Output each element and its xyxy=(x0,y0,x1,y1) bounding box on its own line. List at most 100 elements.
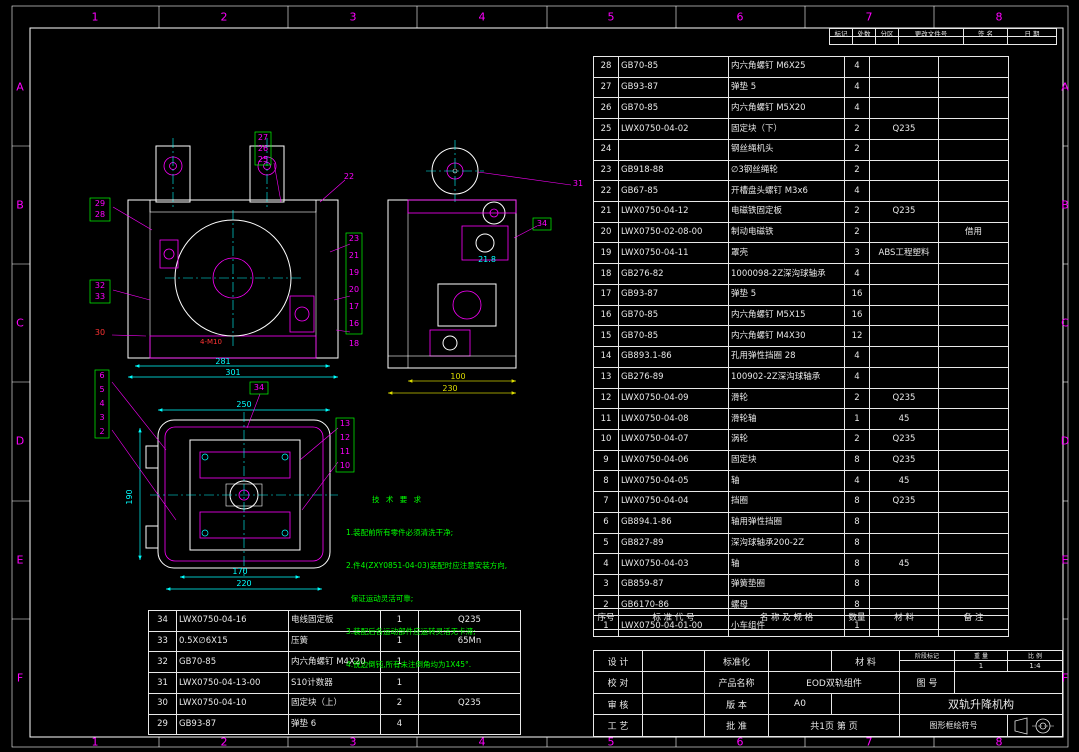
table-row: 23 GB918-88 ∅3钢丝绳轮 2 xyxy=(593,159,1009,182)
cell-material xyxy=(869,138,939,161)
zone-label-top: 2 xyxy=(220,10,228,24)
zone-label-bottom: 3 xyxy=(349,735,357,749)
table-row: 9 LWX0750-04-06 固定块 8 Q235 xyxy=(593,449,1009,472)
cell-no: 23 xyxy=(593,159,619,182)
dimension-value: 170 xyxy=(232,567,247,576)
cell-code: GB93-87 xyxy=(618,283,729,306)
cell-no: 11 xyxy=(593,408,619,430)
zone-label-top: 8 xyxy=(995,10,1003,24)
cell-name: 制动电磁铁 xyxy=(728,221,845,244)
revision-cell-empty xyxy=(829,36,853,45)
balloon-callout: 27 xyxy=(257,133,269,142)
cell-qty: 1 xyxy=(844,408,870,430)
cell-code: GB93-87 xyxy=(618,76,729,99)
table-row: 14 GB893.1-86 孔用弹性挡圈 28 4 xyxy=(593,346,1009,368)
cell-no: 15 xyxy=(593,325,619,348)
technical-notes: 技 术 要 求 1.装配前所有零件必须清洗干净; 2.件4(ZXY0851-04… xyxy=(346,472,596,692)
cell-name: 滑轮轴 xyxy=(728,408,845,430)
cell-material xyxy=(869,325,939,348)
cell-code: GB827-89 xyxy=(618,532,729,555)
technical-note-line: 2.件4(ZXY0851-04-03)装配时应注意安装方向, xyxy=(346,561,508,570)
zone-label-top: 3 xyxy=(349,10,357,24)
zone-label-left: C xyxy=(16,316,24,330)
titleblock-approve-label: 批 准 xyxy=(704,714,769,737)
titleblock-product-label: 产品名称 xyxy=(704,671,769,694)
cell-code: LWX0750-04-08 xyxy=(618,408,729,430)
zone-label-left: A xyxy=(16,80,24,94)
titleblock-version-value: A0 xyxy=(768,693,832,715)
revision-cell-empty xyxy=(963,36,1008,45)
table-row: 25 LWX0750-04-02 固定块（下） 2 Q235 xyxy=(593,118,1009,140)
cell-material: 45 xyxy=(869,553,939,575)
zone-label-bottom: 1 xyxy=(91,735,99,749)
bom-header-cell: 备 注 xyxy=(938,608,1009,630)
balloon-callout: 22 xyxy=(343,172,355,181)
balloon-callout: 12 xyxy=(339,433,351,442)
cell-qty: 2 xyxy=(844,221,870,244)
cell-note xyxy=(938,449,1009,472)
balloon-callout: 31 xyxy=(572,179,584,188)
table-row: 7 LWX0750-04-04 挡圈 8 Q235 xyxy=(593,491,1009,513)
dimension-value: 100 xyxy=(450,372,465,381)
table-row: 4 LWX0750-04-03 轴 8 45 xyxy=(593,553,1009,575)
titleblock-drawingno-label: 图 号 xyxy=(899,671,955,694)
titleblock-sheet-info: 共1页 第 页 xyxy=(768,714,900,737)
cell-note xyxy=(938,573,1009,596)
cell-qty: 8 xyxy=(844,449,870,472)
table-row: 24 钢丝绳机头 2 xyxy=(593,138,1009,161)
cell-qty: 2 xyxy=(844,159,870,182)
cell-code: GB70-85 xyxy=(618,304,729,327)
balloon-callout: 33 xyxy=(94,292,106,301)
cell-name: 挡圈 xyxy=(728,491,845,513)
cell-material xyxy=(869,56,939,78)
front-view: 281 301 4-M10 xyxy=(127,138,339,379)
balloon-callout: 5 xyxy=(99,385,105,394)
cell-note xyxy=(938,470,1009,493)
bom-header-cell: 数量 xyxy=(844,608,870,630)
cell-qty: 4 xyxy=(844,76,870,99)
table-row: 5 GB827-89 深沟球轴承200-2Z 8 xyxy=(593,532,1009,555)
balloon-callout: 2 xyxy=(99,427,105,436)
cell-name: 弹垫 5 xyxy=(728,283,845,306)
cell-code xyxy=(618,138,729,161)
table-row: 21 LWX0750-04-12 电磁铁固定板 2 Q235 xyxy=(593,201,1009,223)
cell-note xyxy=(938,201,1009,223)
cell-name: 深沟球轴承200-2Z xyxy=(728,532,845,555)
cell-no: 29 xyxy=(148,713,177,736)
balloon-callout: 26 xyxy=(257,144,269,153)
table-row: 12 LWX0750-04-09 滑轮 2 Q235 xyxy=(593,387,1009,410)
cell-no: 26 xyxy=(593,97,619,120)
cell-name: 内六角螺钉 M5X20 xyxy=(728,97,845,120)
cell-no: 25 xyxy=(593,118,619,140)
cell-qty: 12 xyxy=(844,325,870,348)
cell-qty: 4 xyxy=(844,263,870,285)
side-view: 21.8 100 230 xyxy=(387,140,517,395)
revision-cell-empty xyxy=(898,36,964,45)
cell-material: Q235 xyxy=(418,692,521,715)
zone-label-right: E xyxy=(1061,553,1069,567)
cell-material: 45 xyxy=(869,408,939,430)
cell-material xyxy=(869,346,939,368)
cell-name: 固定块（上） xyxy=(288,692,381,715)
balloon-callout: 25 xyxy=(257,155,269,164)
cell-code: LWX0750-04-06 xyxy=(618,449,729,472)
cell-name: 固定块 xyxy=(728,449,845,472)
cell-qty: 4 xyxy=(844,180,870,203)
cell-note xyxy=(938,283,1009,306)
balloon-callout: 20 xyxy=(348,285,360,294)
bom-header-cell: 序号 xyxy=(593,608,619,630)
cell-code: LWX0750-04-03 xyxy=(618,553,729,575)
cell-note xyxy=(938,428,1009,451)
cell-note xyxy=(938,387,1009,410)
cell-no: 20 xyxy=(593,221,619,244)
balloon-callout: 18 xyxy=(348,339,360,348)
cell-no: 8 xyxy=(593,470,619,493)
dimension-value: 230 xyxy=(442,384,457,393)
balloon-callout: 17 xyxy=(348,302,360,311)
cell-qty: 8 xyxy=(844,553,870,575)
cell-no: 30 xyxy=(148,692,177,715)
cell-code: LWX0750-04-11 xyxy=(618,242,729,265)
cell-note xyxy=(938,56,1009,78)
cell-qty: 2 xyxy=(844,428,870,451)
balloon-callout: 11 xyxy=(339,447,351,456)
